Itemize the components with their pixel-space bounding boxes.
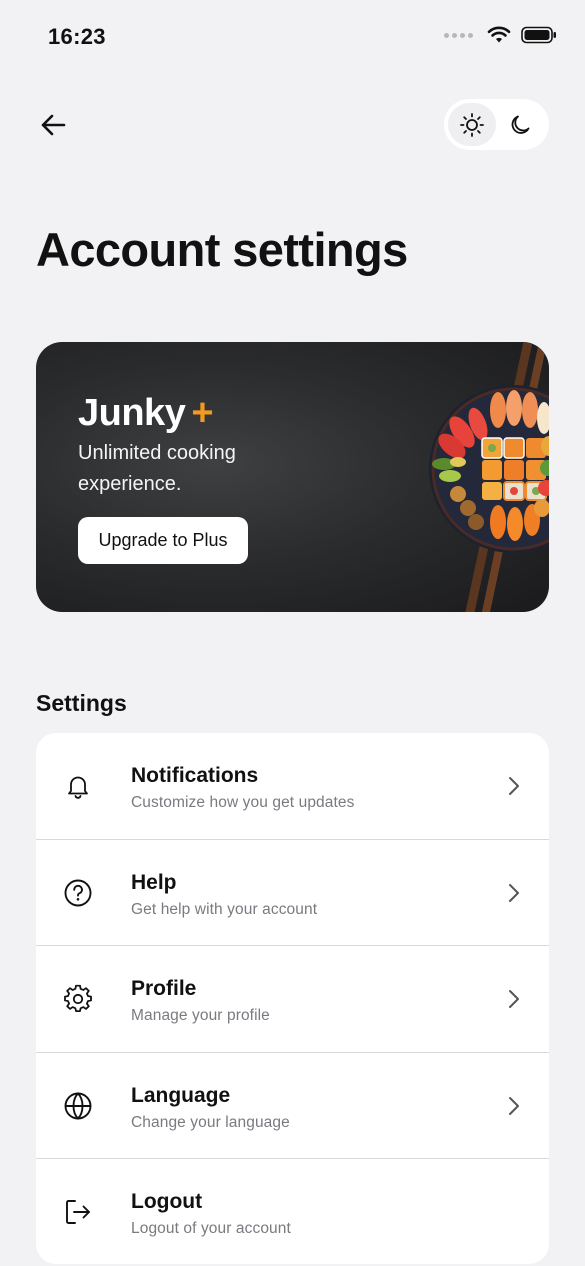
promo-brand-name: Junky: [78, 392, 186, 434]
settings-item-title: Language: [131, 1083, 231, 1107]
sun-icon: [459, 112, 484, 137]
settings-item-subtitle: Change your language: [131, 1113, 290, 1131]
settings-item-title: Help: [131, 870, 177, 894]
settings-item-title: Notifications: [131, 764, 259, 787]
bell-icon: [62, 770, 94, 802]
settings-item-notifications[interactable]: Notifications Customize how you get upda…: [36, 733, 549, 840]
promo-card: Junky + Unlimited cooking experience. Upg…: [36, 342, 549, 612]
promo-brand: Junky +: [78, 392, 214, 435]
settings-item-subtitle: Manage your profile: [131, 1007, 270, 1024]
settings-item-title: Logout: [131, 1190, 203, 1213]
promo-plus-mark: +: [191, 392, 214, 434]
gear-icon: [62, 983, 94, 1015]
status-icons: [444, 26, 557, 44]
theme-toggle: [444, 99, 549, 150]
upgrade-button[interactable]: Upgrade to Plus: [78, 517, 248, 564]
settings-item-profile[interactable]: Profile Manage your profile: [36, 946, 549, 1053]
account-settings-screen: 16:23 Account settings Junky + Unlimited…: [0, 0, 585, 1266]
settings-item-language[interactable]: Language Change your language: [36, 1053, 549, 1159]
status-time: 16:23: [48, 24, 106, 49]
chevron-right-icon: [507, 775, 521, 797]
logout-icon: [62, 1196, 94, 1228]
promo-description: Unlimited cooking experience.: [78, 442, 236, 495]
arrow-left-icon: [41, 114, 66, 136]
help-circle-icon: [62, 877, 94, 909]
page-title: Account settings: [36, 223, 408, 276]
settings-item-help[interactable]: Help Get help with your account: [36, 840, 549, 946]
settings-item-title: Profile: [131, 977, 197, 1000]
wifi-icon: [487, 26, 511, 43]
battery-icon: [521, 26, 556, 44]
dark-mode-button[interactable]: [498, 103, 546, 146]
moon-icon: [511, 115, 530, 134]
settings-item-subtitle: Get help with your account: [131, 900, 318, 918]
chevron-right-icon: [507, 882, 521, 904]
signal-dots-icon: [444, 32, 473, 38]
light-mode-button[interactable]: [448, 103, 496, 146]
chevron-right-icon: [507, 988, 521, 1010]
settings-item-subtitle: Customize how you get updates: [131, 794, 355, 811]
settings-item-subtitle: Logout of your account: [131, 1220, 291, 1237]
globe-icon: [62, 1090, 94, 1122]
sushi-platter-illustration: [429, 342, 549, 612]
back-button[interactable]: [30, 104, 76, 146]
settings-list: Notifications Customize how you get upda…: [36, 733, 549, 1264]
status-bar: 16:23: [0, 0, 585, 70]
settings-section-title: Settings: [36, 690, 127, 716]
settings-item-logout[interactable]: Logout Logout of your account: [36, 1159, 549, 1264]
chevron-right-icon: [507, 1095, 521, 1117]
